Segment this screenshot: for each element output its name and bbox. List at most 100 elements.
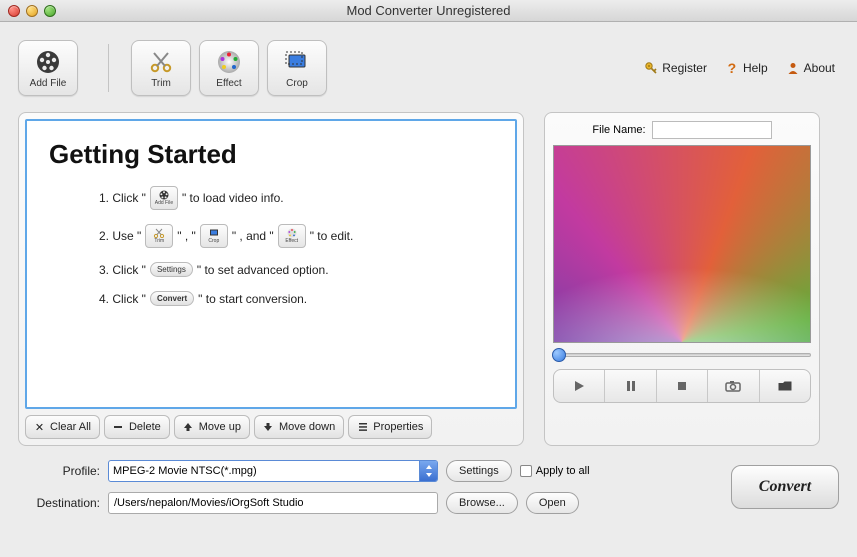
crop-button[interactable]: Crop	[267, 40, 327, 96]
preview-area	[553, 145, 811, 343]
mini-convert: Convert	[150, 291, 194, 306]
window-title: Mod Converter Unregistered	[0, 3, 857, 18]
browse-button[interactable]: Browse...	[446, 492, 518, 514]
getting-started-heading: Getting Started	[49, 139, 493, 170]
trim-label: Trim	[151, 78, 171, 89]
about-label: About	[804, 61, 835, 75]
move-down-label: Move down	[279, 421, 335, 433]
form-col: Profile: MPEG-2 Movie NTSC(*.mpg) Settin…	[18, 460, 604, 514]
mini-crop-label: Crop	[208, 238, 219, 244]
step-3: 3. Click " Settings " to set advanced op…	[99, 262, 493, 277]
step-2-text-d: " to edit.	[310, 229, 354, 243]
about-link[interactable]: About	[786, 61, 835, 75]
register-label: Register	[662, 61, 707, 75]
apply-all-row[interactable]: Apply to all	[520, 465, 590, 477]
transport-controls	[553, 369, 811, 403]
apply-all-checkbox[interactable]	[520, 465, 532, 477]
step-2-text-a: 2. Use "	[99, 229, 141, 243]
properties-label: Properties	[373, 421, 423, 433]
arrow-down-icon	[263, 422, 274, 433]
profile-select[interactable]: MPEG-2 Movie NTSC(*.mpg)	[108, 460, 438, 482]
list-icon	[357, 422, 368, 433]
snapshot-button[interactable]	[708, 370, 759, 402]
scissors-icon	[147, 48, 175, 76]
move-up-button[interactable]: Move up	[174, 415, 250, 439]
pause-button[interactable]	[605, 370, 656, 402]
mini-effect-label: Effect	[285, 238, 298, 244]
file-list-panel: Getting Started 1. Click " Add File " to…	[18, 112, 524, 446]
pause-icon	[624, 379, 638, 393]
step-3-text-a: 3. Click "	[99, 263, 146, 277]
destination-input[interactable]	[108, 492, 438, 514]
help-label: Help	[743, 61, 768, 75]
effect-button[interactable]: Effect	[199, 40, 259, 96]
play-button[interactable]	[554, 370, 605, 402]
person-icon	[786, 61, 800, 75]
crop-label: Crop	[286, 78, 308, 89]
add-file-button[interactable]: Add File	[18, 40, 78, 96]
seek-slider-row	[553, 353, 811, 357]
toolbar-separator	[108, 44, 109, 92]
grid-floor-decoration	[25, 364, 517, 409]
delete-button[interactable]: Delete	[104, 415, 170, 439]
getting-started-canvas: Getting Started 1. Click " Add File " to…	[25, 119, 517, 409]
step-4-text-a: 4. Click "	[99, 292, 146, 306]
step-2: 2. Use " Trim " , " Crop " , and "	[99, 224, 493, 248]
clear-all-label: Clear All	[50, 421, 91, 433]
list-actions: ✕ Clear All Delete Move up Move down	[25, 415, 517, 439]
stop-button[interactable]	[657, 370, 708, 402]
effect-label: Effect	[216, 78, 241, 89]
filename-row: File Name:	[553, 121, 811, 139]
bottom-area: Profile: MPEG-2 Movie NTSC(*.mpg) Settin…	[18, 460, 839, 514]
effect-wheel-icon	[215, 48, 243, 76]
filename-input[interactable]	[652, 121, 772, 139]
top-links: Register ? Help About	[644, 61, 839, 75]
profile-row: Profile: MPEG-2 Movie NTSC(*.mpg) Settin…	[18, 460, 604, 482]
step-1: 1. Click " Add File " to load video info…	[99, 186, 493, 210]
folder-icon	[777, 379, 793, 393]
step-4: 4. Click " Convert " to start conversion…	[99, 291, 493, 306]
mini-settings: Settings	[150, 262, 193, 277]
open-button[interactable]: Open	[526, 492, 579, 514]
step-2-text-b: " , "	[177, 229, 196, 243]
properties-button[interactable]: Properties	[348, 415, 432, 439]
move-up-label: Move up	[199, 421, 241, 433]
clear-all-button[interactable]: ✕ Clear All	[25, 415, 100, 439]
stop-icon	[675, 379, 689, 393]
steps: 1. Click " Add File " to load video info…	[49, 186, 493, 306]
move-down-button[interactable]: Move down	[254, 415, 344, 439]
midrow: Getting Started 1. Click " Add File " to…	[18, 112, 839, 446]
seek-slider[interactable]	[553, 353, 811, 357]
x-icon: ✕	[34, 422, 45, 433]
convert-button[interactable]: Convert	[731, 465, 839, 509]
mini-trim-label: Trim	[154, 238, 164, 244]
profile-value: MPEG-2 Movie NTSC(*.mpg)	[113, 465, 257, 477]
help-link[interactable]: ? Help	[725, 61, 768, 75]
settings-button[interactable]: Settings	[446, 460, 512, 482]
play-icon	[572, 379, 586, 393]
toolbar: Add File Trim Effect Crop	[18, 32, 839, 104]
profile-label: Profile:	[18, 464, 100, 478]
seek-knob[interactable]	[552, 348, 566, 362]
step-4-text-b: " to start conversion.	[198, 292, 307, 306]
apply-all-label: Apply to all	[536, 465, 590, 477]
arrow-up-icon	[183, 422, 194, 433]
titlebar: Mod Converter Unregistered	[0, 0, 857, 22]
open-folder-button[interactable]	[760, 370, 810, 402]
preview-panel: File Name:	[544, 112, 820, 446]
content: Add File Trim Effect Crop	[0, 22, 857, 524]
crop-icon	[283, 48, 311, 76]
film-reel-icon	[34, 48, 62, 76]
step-2-text-c: " , and "	[232, 229, 274, 243]
add-file-label: Add File	[30, 78, 67, 89]
filename-label: File Name:	[592, 124, 645, 136]
destination-row: Destination: Browse... Open	[18, 492, 604, 514]
delete-label: Delete	[129, 421, 161, 433]
trim-button[interactable]: Trim	[131, 40, 191, 96]
camera-icon	[725, 379, 741, 393]
step-3-text-b: " to set advanced option.	[197, 263, 329, 277]
step-1-text-a: 1. Click "	[99, 191, 146, 205]
mini-add-file-label: Add File	[155, 200, 173, 206]
register-link[interactable]: Register	[644, 61, 707, 75]
minus-icon	[113, 422, 124, 433]
